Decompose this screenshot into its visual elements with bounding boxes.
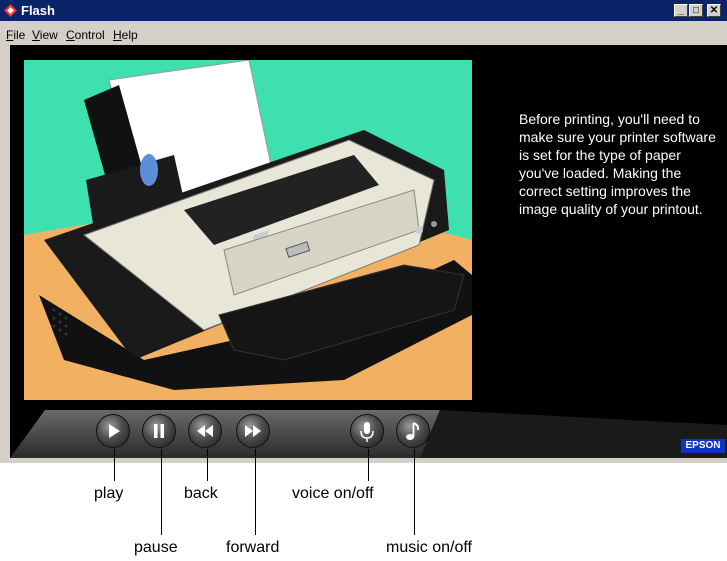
voice-toggle-button[interactable] [350, 414, 384, 448]
close-button[interactable]: ✕ [707, 4, 721, 17]
play-button[interactable] [96, 414, 130, 448]
menu-file[interactable]: File [6, 28, 25, 42]
menu-view[interactable]: View [32, 28, 58, 42]
menu-bar: File View Control Help [0, 21, 727, 45]
music-note-icon [406, 422, 420, 440]
callout-pause: pause [134, 539, 178, 556]
microphone-icon [360, 422, 374, 442]
pause-button[interactable] [142, 414, 176, 448]
leader-line-pause [161, 449, 162, 535]
printer-illustration [24, 60, 472, 400]
rewind-icon [197, 425, 213, 437]
callout-forward: forward [226, 539, 280, 556]
back-button[interactable] [188, 414, 222, 448]
music-toggle-button[interactable] [396, 414, 430, 448]
leader-line-play [114, 449, 115, 481]
brand-logo: EPSON [681, 439, 725, 453]
leader-line-forward [255, 449, 256, 535]
callout-music: music on/off [386, 539, 472, 556]
callout-voice: voice on/off [292, 485, 374, 502]
callout-play: play [94, 485, 124, 502]
forward-button[interactable] [236, 414, 270, 448]
menu-control[interactable]: Control [66, 28, 105, 42]
leader-line-back [207, 449, 208, 481]
leader-line-voice [368, 449, 369, 481]
fast-forward-icon [245, 425, 261, 437]
minimize-button[interactable]: _ [674, 4, 688, 17]
maximize-button[interactable]: □ [689, 4, 703, 17]
callout-back: back [184, 485, 218, 502]
play-icon [109, 424, 120, 438]
flash-app-icon [4, 4, 17, 17]
title-bar: Flash _ □ ✕ [0, 0, 727, 21]
flash-window: Flash _ □ ✕ File View Control Help Befor… [0, 0, 727, 463]
window-title: Flash [21, 3, 55, 18]
menu-help[interactable]: Help [113, 28, 138, 42]
leader-line-music [414, 449, 415, 535]
instruction-caption: Before printing, you'll need to make sur… [519, 111, 716, 217]
pause-icon [154, 424, 164, 438]
